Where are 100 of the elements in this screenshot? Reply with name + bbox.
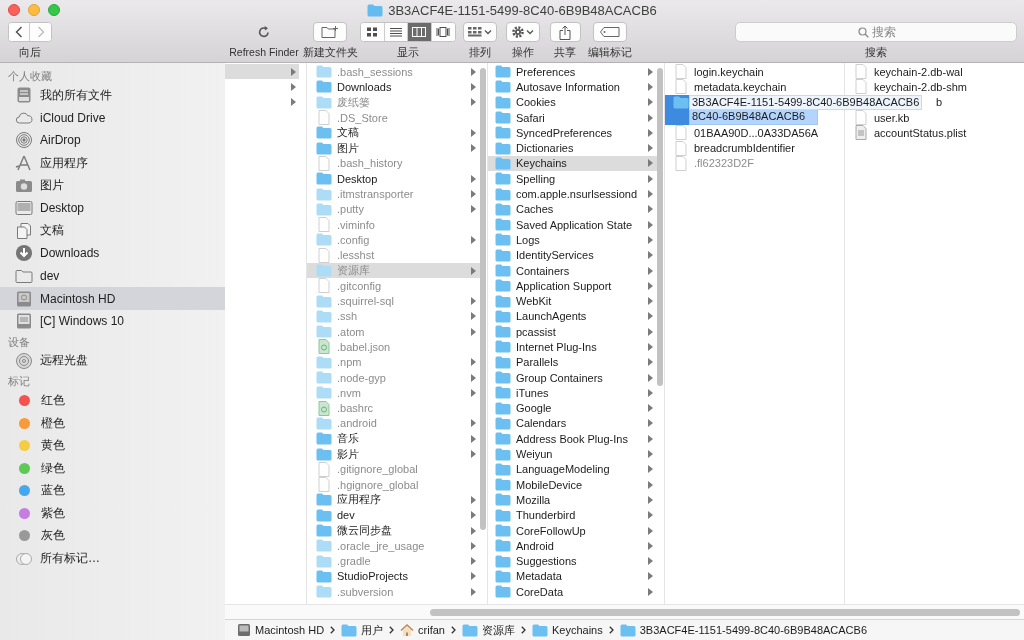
sidebar-item[interactable]: 灰色: [0, 524, 225, 548]
file-list-item[interactable]: Spelling: [488, 171, 657, 187]
scrollbar-thumb[interactable]: [430, 608, 1020, 616]
file-list-item[interactable]: .npm: [307, 354, 480, 370]
sidebar-item[interactable]: dev: [0, 264, 225, 288]
file-list-item[interactable]: 废纸篓: [307, 94, 480, 110]
file-list-item[interactable]: Caches: [488, 201, 657, 217]
view-mode-button[interactable]: [361, 23, 385, 41]
sidebar-item[interactable]: iCloud Drive: [0, 106, 225, 130]
sidebar-item[interactable]: 紫色: [0, 502, 225, 525]
back-button[interactable]: [9, 23, 30, 41]
file-list-item[interactable]: .oracle_jre_usage: [307, 538, 480, 554]
file-list-item[interactable]: SyncedPreferences: [488, 125, 657, 141]
file-list-item[interactable]: Group Containers: [488, 369, 657, 386]
file-list-item[interactable]: .atom: [307, 324, 480, 340]
file-list-item[interactable]: Logs: [488, 232, 657, 248]
file-list-item[interactable]: Metadata: [488, 568, 657, 585]
file-list-item[interactable]: .hgignore_global: [307, 477, 480, 493]
sidebar-item[interactable]: 应用程序: [0, 151, 225, 175]
file-list-item[interactable]: IdentityServices: [488, 247, 657, 263]
file-list-item[interactable]: Downloads: [307, 79, 480, 95]
sidebar-item[interactable]: AirDrop: [0, 129, 225, 152]
file-list-item[interactable]: Parallels: [488, 354, 657, 370]
file-list-item[interactable]: .node-gyp: [307, 369, 480, 386]
sidebar-item[interactable]: 绿色: [0, 456, 225, 480]
file-list-item[interactable]: .subversion: [307, 584, 480, 600]
path-item[interactable]: Keychains: [532, 623, 603, 637]
scrollbar-thumb[interactable]: [657, 68, 663, 386]
file-list-item[interactable]: .viminfo: [307, 216, 480, 233]
file-list-item[interactable]: Google: [488, 400, 657, 416]
action-button[interactable]: [506, 22, 540, 42]
view-mode-button[interactable]: [408, 23, 432, 41]
file-list-item[interactable]: [665, 94, 689, 126]
file-list-item[interactable]: keychain-2.db-shm: [845, 79, 1017, 95]
file-list-item[interactable]: Internet Plug-Ins: [488, 339, 657, 355]
file-list-item[interactable]: CoreData: [488, 584, 657, 600]
file-list-item[interactable]: .bash_history: [307, 155, 480, 172]
arrange-button[interactable]: [463, 22, 497, 42]
scrollbar-thumb[interactable]: [480, 68, 486, 530]
file-list-item[interactable]: iTunes: [488, 385, 657, 401]
sidebar-item[interactable]: 我的所有文件: [0, 84, 225, 107]
path-item[interactable]: crifan: [400, 623, 445, 637]
new-folder-button[interactable]: [313, 22, 347, 42]
file-list-item[interactable]: CoreFollowUp: [488, 522, 657, 539]
file-list-item[interactable]: .bash_sessions: [307, 64, 480, 80]
file-list-item[interactable]: Thunderbird: [488, 507, 657, 523]
file-list-item[interactable]: breadcrumbIdentifier: [665, 140, 837, 156]
file-list-item[interactable]: .android: [307, 415, 480, 432]
path-item[interactable]: 用户: [341, 622, 384, 638]
file-list-item[interactable]: com.apple.nsurlsessiond: [488, 186, 657, 202]
file-list-item[interactable]: LaunchAgents: [488, 308, 657, 325]
file-list-item[interactable]: Suggestions: [488, 553, 657, 569]
file-list-item[interactable]: .ssh: [307, 308, 480, 325]
file-list-item[interactable]: .DS_Store: [307, 109, 480, 126]
file-list-item[interactable]: .fl62323D2F: [665, 155, 837, 172]
sidebar-item[interactable]: 黄色: [0, 434, 225, 457]
file-list-item[interactable]: Calendars: [488, 415, 657, 432]
file-list-item[interactable]: Address Book Plug-Ins: [488, 431, 657, 447]
file-list-item[interactable]: WebKit: [488, 293, 657, 309]
close-button[interactable]: [8, 4, 20, 16]
file-list-item[interactable]: StudioProjects: [307, 568, 480, 585]
refresh-icon[interactable]: [257, 25, 271, 39]
path-item[interactable]: 资源库: [462, 622, 515, 638]
file-list-item[interactable]: 图片: [307, 140, 480, 156]
file-list-item[interactable]: login.keychain: [665, 64, 837, 80]
sidebar-item[interactable]: Downloads: [0, 242, 225, 265]
sidebar-item[interactable]: 远程光盘: [0, 349, 225, 373]
file-list-item[interactable]: 文稿: [307, 125, 480, 141]
share-button[interactable]: [549, 22, 581, 42]
file-list-item[interactable]: 01BAA90D...0A33DA56A: [665, 125, 837, 141]
file-list-item[interactable]: MobileDevice: [488, 477, 657, 493]
sidebar-item[interactable]: Desktop: [0, 196, 225, 220]
file-list-item[interactable]: .config: [307, 232, 480, 248]
sidebar-item[interactable]: [C] Windows 10: [0, 309, 225, 333]
file-list-item[interactable]: .itmstransporter: [307, 186, 480, 202]
sidebar-item[interactable]: 所有标记…: [0, 547, 225, 570]
file-list-item[interactable]: pcassist: [488, 324, 657, 340]
file-list-item[interactable]: .gitconfig: [307, 278, 480, 294]
sidebar-item[interactable]: 橙色: [0, 411, 225, 435]
file-list-item[interactable]: Cookies: [488, 94, 657, 110]
sidebar-item[interactable]: 蓝色: [0, 479, 225, 503]
file-list-item[interactable]: Dictionaries: [488, 140, 657, 156]
file-list-item[interactable]: 应用程序: [307, 492, 480, 508]
file-list-item[interactable]: Saved Application State: [488, 216, 657, 233]
file-list-item[interactable]: Android: [488, 538, 657, 554]
path-item[interactable]: 3B3ACF4E-1151-5499-8C40-6B9B48ACACB6: [619, 623, 867, 637]
file-list-item[interactable]: Preferences: [488, 64, 657, 80]
file-list-item[interactable]: .nvm: [307, 385, 480, 401]
file-list-item[interactable]: .lesshst: [307, 247, 480, 263]
file-list-item[interactable]: Desktop: [307, 171, 480, 187]
file-list-item[interactable]: dev: [307, 507, 480, 523]
file-list-item[interactable]: Safari: [488, 109, 657, 126]
file-list-item[interactable]: Keychains: [488, 155, 657, 172]
file-list-item[interactable]: 影片: [307, 446, 480, 462]
file-list-item[interactable]: user.kb: [845, 109, 1017, 126]
file-list-item[interactable]: 音乐: [307, 431, 480, 447]
file-list-item[interactable]: .babel.json: [307, 339, 480, 355]
file-list-item[interactable]: Mozilla: [488, 492, 657, 508]
file-list-item[interactable]: .squirrel-sql: [307, 293, 480, 309]
file-list-item[interactable]: .bashrc: [307, 400, 480, 416]
